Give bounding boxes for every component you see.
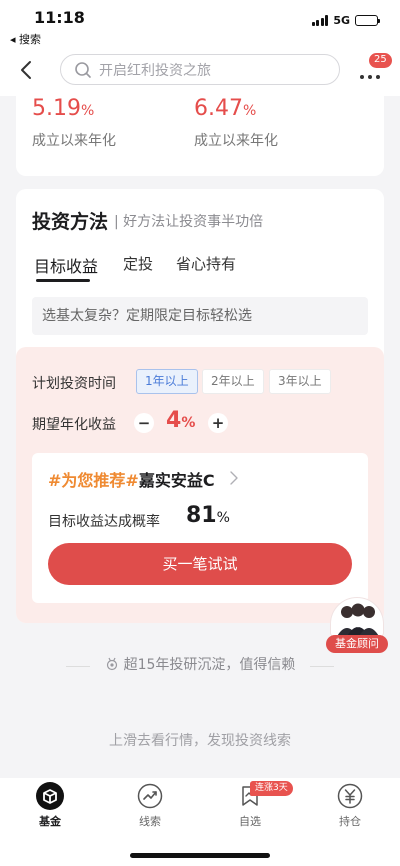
advisor-people-icon xyxy=(337,603,379,636)
recommended-fund-title[interactable]: #为您推荐#嘉实安益C xyxy=(48,467,215,491)
divider-right xyxy=(310,666,334,667)
return-rate-2: 6.47% xyxy=(194,96,257,121)
expected-return-value: 4% xyxy=(166,408,196,433)
return-label-2: 成立以来年化 xyxy=(194,133,278,149)
status-bar: 11:18 ◂ 搜索 5G xyxy=(0,0,400,46)
tab-target-return[interactable]: 目标收益 xyxy=(34,253,98,277)
trust-statement: 超15年投研沉淀，值得信赖 xyxy=(0,654,400,674)
period-option-3y[interactable]: 3年以上 xyxy=(269,369,331,394)
search-icon xyxy=(75,61,91,78)
period-option-2y[interactable]: 2年以上 xyxy=(202,369,264,394)
home-indicator xyxy=(130,853,270,858)
fund-icon xyxy=(36,782,64,810)
status-back-to-search[interactable]: ◂ 搜索 xyxy=(10,31,41,47)
section-title: 投资方法 xyxy=(32,211,109,233)
message-badge: 25 xyxy=(368,52,393,69)
signal-icon xyxy=(311,15,329,26)
tab-label: 持仓 xyxy=(339,815,361,828)
tab-holdings[interactable]: 持仓 xyxy=(320,782,380,829)
status-indicators: 5G xyxy=(311,14,380,27)
tab-fixed-investment[interactable]: 定投 xyxy=(123,253,153,274)
plan-panel: 计划投资时间 1年以上 2年以上 3年以上 期望年化收益 − 4% + #为您推… xyxy=(16,347,384,623)
tab-label: 基金 xyxy=(39,815,61,828)
status-time: 11:18 xyxy=(34,8,85,27)
increase-button[interactable]: + xyxy=(208,413,228,433)
returns-card: 5.19% 成立以来年化 6.47% 成立以来年化 xyxy=(16,96,384,176)
advisor-avatar xyxy=(330,597,384,637)
watchlist-badge: 连涨3天 xyxy=(250,781,293,796)
fund-advisor-button[interactable]: 基金顾问 xyxy=(326,597,388,655)
probability-value: 81% xyxy=(186,503,230,528)
buy-button[interactable]: 买一笔试试 xyxy=(48,543,352,585)
battery-icon xyxy=(355,15,380,26)
tab-clues[interactable]: 线索 xyxy=(120,782,180,829)
yen-icon xyxy=(337,783,363,809)
search-input[interactable]: 开启红利投资之旅 xyxy=(60,54,340,85)
return-label-1: 成立以来年化 xyxy=(32,133,116,149)
tab-label: 线索 xyxy=(139,815,161,828)
section-subtitle: | 好方法让投资事半功倍 xyxy=(114,214,264,230)
period-option-1y[interactable]: 1年以上 xyxy=(136,369,198,394)
decrease-button[interactable]: − xyxy=(134,413,154,433)
nav-bar: 开启红利投资之旅 xyxy=(0,46,400,96)
advisor-label: 基金顾问 xyxy=(326,635,388,653)
recommendation-card: #为您推荐#嘉实安益C 目标收益达成概率 81% 买一笔试试 xyxy=(32,453,368,603)
chevron-right-icon[interactable] xyxy=(229,471,239,485)
period-label: 计划投资时间 xyxy=(32,376,116,392)
investment-method-card: 投资方法 | 好方法让投资事半功倍 目标收益 定投 省心持有 选基太复杂？定期限… xyxy=(16,189,384,623)
network-type: 5G xyxy=(333,14,350,27)
active-tab-indicator xyxy=(36,279,90,282)
trend-icon xyxy=(137,783,163,809)
back-arrow-icon[interactable] xyxy=(18,59,34,81)
search-placeholder: 开启红利投资之旅 xyxy=(99,62,211,79)
expected-return-label: 期望年化收益 xyxy=(32,417,116,433)
medal-icon xyxy=(106,657,117,671)
swipe-hint: 上滑去看行情，发现投资线索 xyxy=(109,733,291,749)
tab-fund[interactable]: 基金 xyxy=(20,782,80,829)
tip-banner: 选基太复杂？定期限定目标轻松选 xyxy=(32,297,368,335)
tab-label: 自选 xyxy=(239,815,261,828)
probability-label: 目标收益达成概率 xyxy=(48,514,160,530)
return-rate-1: 5.19% xyxy=(32,96,95,121)
tab-easy-hold[interactable]: 省心持有 xyxy=(176,253,236,274)
more-icon xyxy=(360,75,380,79)
